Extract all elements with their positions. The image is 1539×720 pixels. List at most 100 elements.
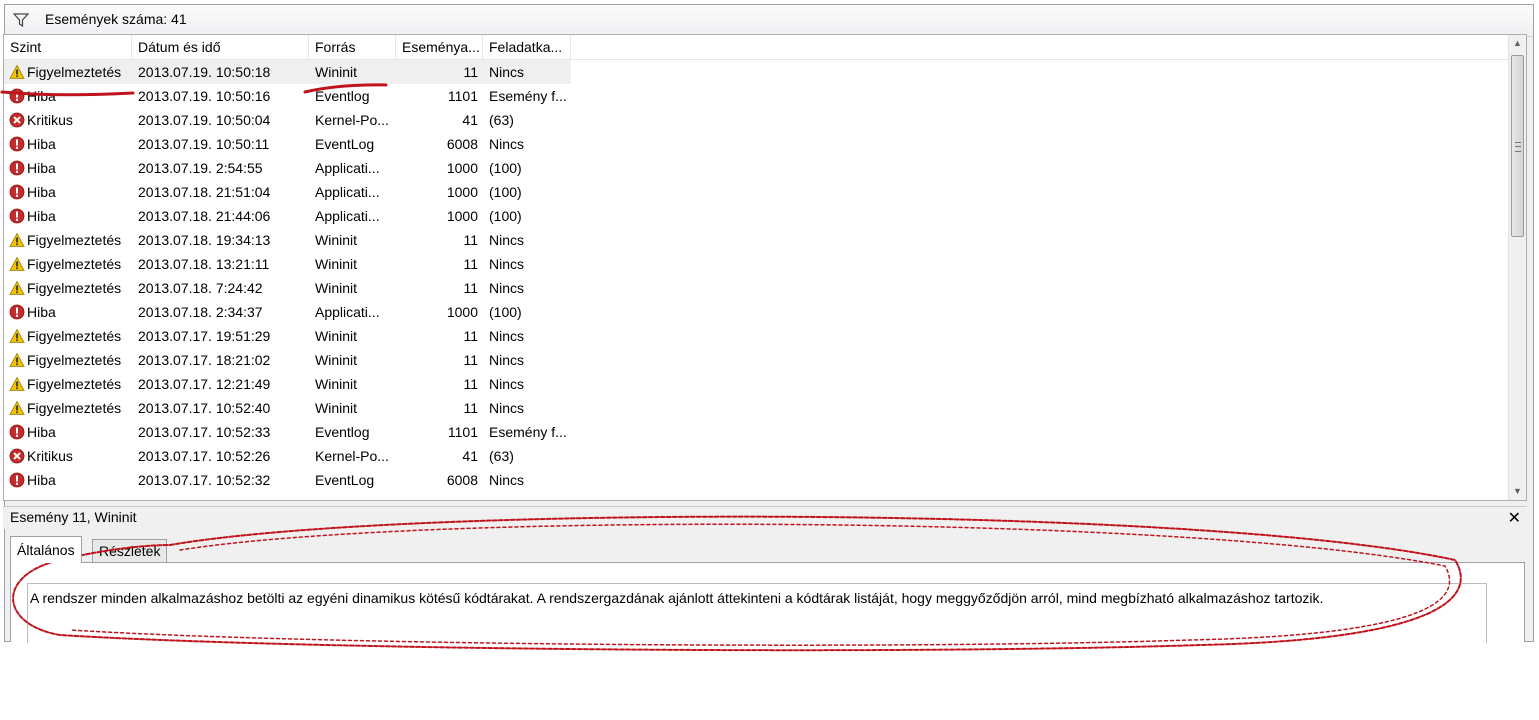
event-count-label: Események száma: 41 [45,11,187,27]
cell-source: Wininit [315,256,358,272]
general-tab-panel: A rendszer minden alkalmazáshoz betölti … [10,562,1525,643]
cell-date: 2013.07.17. 18:21:02 [138,352,271,368]
column-header-task[interactable]: Feladatka... [483,35,571,59]
error-icon [9,304,25,320]
close-icon[interactable]: ✕ [1508,508,1521,528]
cell-source: Kernel-Po... [315,448,389,464]
table-row[interactable]: Hiba 2013.07.18. 21:51:04 Applicati... 1000… [4,180,1510,204]
detail-header: Esemény 11, Wininit ✕ [3,506,1527,529]
cell-level: Figyelmeztetés [9,276,134,300]
level-label: Hiba [27,424,56,440]
critical-icon [9,112,25,128]
column-header-level[interactable]: Szint [4,35,132,59]
table-row[interactable]: Figyelmeztetés 2013.07.18. 13:21:11 Winini… [4,252,1510,276]
events-grid[interactable]: Szint Dátum és idő Forrás Eseménya... Fe… [3,34,1527,501]
funnel-icon[interactable] [13,12,29,28]
cell-date: 2013.07.17. 12:21:49 [138,376,271,392]
cell-date: 2013.07.17. 10:52:40 [138,400,271,416]
level-label: Hiba [27,160,56,176]
cell-level: Figyelmeztetés [9,60,134,84]
scrollbar-thumb[interactable] [1511,55,1524,237]
scroll-up-arrow-icon[interactable]: ▲ [1509,35,1526,52]
cell-source: Wininit [315,400,358,416]
cell-task: Nincs [489,256,525,272]
cell-event-id: 41 [462,112,478,128]
error-icon [9,424,25,440]
table-row[interactable]: Figyelmeztetés 2013.07.18. 7:24:42 Wininit… [4,276,1510,300]
warning-icon [9,352,25,367]
cell-event-id: 1101 [447,88,478,104]
error-icon [9,472,25,488]
table-row[interactable]: Kritikus 2013.07.17. 10:52:26 Kernel-Po...… [4,444,1510,468]
cell-event-id: 1000 [446,184,478,200]
table-row[interactable]: Hiba 2013.07.18. 2:34:37 Applicati... 1000 (… [4,300,1510,324]
level-label: Figyelmeztetés [27,232,122,248]
event-description: A rendszer minden alkalmazáshoz betölti … [30,590,1324,606]
cell-task: (63) [489,448,514,464]
warning-icon [9,328,25,343]
vertical-scrollbar[interactable]: ▲ ▼ [1508,35,1526,500]
table-row[interactable]: Figyelmeztetés 2013.07.17. 12:21:49 Winini… [4,372,1510,396]
description-box: A rendszer minden alkalmazáshoz betölti … [27,583,1487,643]
column-header-source[interactable]: Forrás [309,35,396,59]
cell-source: Wininit [315,64,358,80]
cell-event-id: 6008 [446,136,478,152]
level-label: Figyelmeztetés [27,400,122,416]
cell-event-id: 1101 [447,424,478,440]
grid-rows: Figyelmeztetés 2013.07.19. 10:50:18 Winini… [4,60,1510,492]
table-row[interactable]: Figyelmeztetés 2013.07.18. 19:34:13 Winini… [4,228,1510,252]
column-header-event-id[interactable]: Eseménya... [396,35,483,59]
level-label: Figyelmeztetés [27,280,122,296]
table-row[interactable]: Figyelmeztetés 2013.07.17. 10:52:40 Winini… [4,396,1510,420]
cell-event-id: 11 [463,352,478,368]
warning-icon [9,64,25,79]
level-label: Figyelmeztetés [27,352,122,368]
scroll-down-arrow-icon[interactable]: ▼ [1509,483,1526,500]
table-row[interactable]: Kritikus 2013.07.19. 10:50:04 Kernel-Po...… [4,108,1510,132]
table-row[interactable]: Figyelmeztetés 2013.07.19. 10:50:18 Winini… [4,60,1510,84]
table-row[interactable]: Hiba 2013.07.19. 10:50:16 Eventlog 1101 Esem… [4,84,1510,108]
warning-icon [9,400,25,415]
cell-level: Kritikus [9,444,134,468]
level-label: Figyelmeztetés [27,376,122,392]
error-icon [9,88,25,104]
tab-details[interactable]: Részletek [92,539,168,562]
cell-source: Wininit [315,352,358,368]
table-row[interactable]: Figyelmeztetés 2013.07.17. 18:21:02 Winini… [4,348,1510,372]
level-label: Hiba [27,184,56,200]
cell-date: 2013.07.18. 21:44:06 [138,208,271,224]
cell-source: EventLog [315,136,375,152]
cell-task: Nincs [489,232,525,248]
table-row[interactable]: Hiba 2013.07.18. 21:44:06 Applicati... 1000… [4,204,1510,228]
cell-task: Nincs [489,136,525,152]
table-row[interactable]: Hiba 2013.07.19. 10:50:11 EventLog 6008 Ninc… [4,132,1510,156]
cell-task: (100) [489,160,522,176]
cell-level: Hiba [9,300,134,324]
cell-task: (100) [489,184,522,200]
error-icon [9,208,25,224]
cell-source: Applicati... [315,160,380,176]
table-row[interactable]: Hiba 2013.07.19. 2:54:55 Applicati... 1000 (… [4,156,1510,180]
table-row[interactable]: Hiba 2013.07.17. 10:52:32 EventLog 6008 Ninc… [4,468,1510,492]
level-label: Hiba [27,304,56,320]
grid-header: Szint Dátum és idő Forrás Eseménya... Fe… [4,35,1510,60]
cell-event-id: 11 [463,400,478,416]
warning-icon [9,256,25,271]
cell-date: 2013.07.17. 19:51:29 [138,328,271,344]
cell-task: (100) [489,208,522,224]
cell-task: Nincs [489,328,525,344]
level-label: Hiba [27,472,56,488]
table-row[interactable]: Hiba 2013.07.17. 10:52:33 Eventlog 1101 Esem… [4,420,1510,444]
cell-level: Hiba [9,156,134,180]
tab-general[interactable]: Általános [10,536,82,563]
cell-level: Hiba [9,84,134,108]
column-header-date[interactable]: Dátum és idő [132,35,309,59]
cell-date: 2013.07.18. 21:51:04 [138,184,271,200]
cell-level: Hiba [9,420,134,444]
table-row[interactable]: Figyelmeztetés 2013.07.17. 19:51:29 Winini… [4,324,1510,348]
cell-source: Wininit [315,376,358,392]
cell-source: Wininit [315,328,358,344]
cell-date: 2013.07.17. 10:52:33 [138,424,271,440]
cell-level: Figyelmeztetés [9,372,134,396]
cell-source: Applicati... [315,208,380,224]
